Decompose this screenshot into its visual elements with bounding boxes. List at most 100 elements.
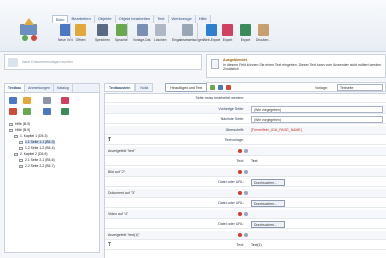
field-label: Datei oder URL:: [218, 222, 244, 226]
add-text-button[interactable]: Hinzufügen und Text: [165, 83, 208, 92]
ribbon-button-label: Neue Vorl.: [58, 38, 74, 42]
settings-icon[interactable]: [244, 148, 248, 153]
form-row: Vorherige Seite: (Wie vorgegeben): [105, 104, 386, 114]
ribbon-button[interactable]: Export: [240, 24, 251, 42]
form-row: Datei oder URL: Durchsuchen...: [105, 220, 386, 229]
ribbon-button[interactable]: Speichern: [95, 24, 110, 42]
ribbon-button-label: Web-Export: [203, 38, 221, 42]
ribbon-button[interactable]: Öffnen: [75, 24, 86, 42]
form-row: Anzeigefeld "text": [105, 146, 386, 156]
left-tab[interactable]: Textbau: [5, 84, 26, 92]
page-icon: [19, 164, 23, 168]
remove-icon[interactable]: [226, 85, 231, 90]
ribbon-button[interactable]: Löschen: [154, 24, 166, 42]
form-row: T Text: Text(1): [105, 241, 386, 250]
ribbon-button[interactable]: Web-Export: [203, 24, 220, 42]
web-export-icon: [206, 24, 218, 36]
settings-icon[interactable]: [244, 169, 248, 174]
template-toolbar: Vorlage: Textseite: [206, 82, 386, 92]
required-icon: [238, 232, 242, 237]
tab-notiz[interactable]: Notiz: [135, 83, 154, 92]
ribbon-separator: [127, 23, 128, 41]
menu-item[interactable]: Objekte: [94, 15, 116, 23]
page-select[interactable]: (Wie vorgegeben): [251, 116, 383, 123]
tree-node-label: 1.1 Seite 1-1 (B5-3): [25, 140, 55, 144]
required-icon: [238, 169, 242, 174]
ribbon-button[interactable]: Drucken...: [256, 24, 271, 42]
page-select[interactable]: (Wie vorgegeben): [251, 105, 383, 113]
menu-item[interactable]: Büro: [52, 15, 69, 23]
form-row: Anzeigefeld "text(1)": [105, 230, 386, 240]
settings-icon[interactable]: [244, 190, 248, 195]
page-tree: Hilfe (B-9) Hilfe (B-9) 1. Kapitel 1 (D5-3…: [9, 121, 99, 169]
tab-textbaustein[interactable]: Textbaustein: [104, 83, 136, 92]
field-label: Textvorlage:: [224, 138, 244, 142]
form-row: Überschrift: [Formelfeld _IDA_PAGE_NAME]: [105, 125, 386, 135]
vorlage-select[interactable]: Textseite: [337, 84, 383, 91]
ribbon-button[interactable]: Vorlage-Dat.: [133, 24, 151, 42]
ribbon-button[interactable]: Neue Vorl.: [58, 24, 73, 42]
export2-icon: [240, 24, 251, 36]
new-icon[interactable]: [9, 97, 17, 104]
heading-formula-value[interactable]: [Formelfeld _IDA_PAGE_NAME]: [251, 128, 302, 132]
form-row: Bild auf "2": [105, 167, 386, 177]
search-bar[interactable]: Nach Dokumentvorlagen suchen: [4, 54, 202, 70]
form-row: Dokument auf "3": [105, 188, 386, 198]
export-icon: [222, 24, 233, 36]
page-properties-form: Seite muss bearbeitet werden: Vorherige S…: [104, 93, 386, 258]
print-icon: [258, 24, 270, 36]
search-icon[interactable]: [43, 97, 51, 104]
field-caption: Anzeigefeld "text(1)": [108, 232, 140, 237]
notice-panel: Ausgeblendet In diesem Feld können Sie e…: [206, 54, 386, 78]
left-tab[interactable]: Anmerkungen: [25, 84, 54, 92]
ribbon-button[interactable]: Eingabeanweisungen: [172, 24, 204, 42]
field-caption: Anzeigefeld "text": [108, 148, 136, 153]
form-row: Text: Text: [105, 157, 386, 166]
menu-bar: Büro Bearbeiten Objekte Objekt bearbeiten Te…: [52, 15, 211, 23]
tree-node[interactable]: 2.2 Seite 2-2 (B5-7): [9, 163, 99, 169]
ribbon-button-label: Sprache: [115, 38, 128, 42]
browse-button[interactable]: Durchsuchen...: [251, 179, 285, 186]
left-tab[interactable]: Katalog: [54, 84, 73, 92]
copy-icon[interactable]: [218, 85, 223, 90]
app-logo-icon: [20, 18, 37, 41]
ribbon-button[interactable]: Sprache: [115, 24, 127, 42]
move-down-icon[interactable]: [23, 108, 31, 115]
field-value[interactable]: Text(1): [251, 243, 262, 247]
ribbon-button[interactable]: Export: [222, 24, 233, 42]
browse-button[interactable]: Durchsuchen...: [251, 221, 285, 228]
menu-item[interactable]: Hilfe: [195, 15, 211, 23]
template-data-icon: [136, 24, 148, 36]
tree-node-label: 1.2 Seite 1-2 (B5-4): [25, 146, 55, 150]
search-icon: [8, 58, 18, 67]
settings-icon[interactable]: [244, 211, 248, 216]
page-icon: [19, 140, 23, 144]
menu-item[interactable]: Werkzeuge: [168, 15, 196, 23]
tree-node-label: 2.2 Seite 2-2 (B5-7): [25, 164, 55, 168]
delete-icon: [154, 24, 166, 36]
ribbon-button-label: Export: [222, 38, 233, 42]
form-row: Nächste Seite: (Wie vorgegeben): [105, 115, 386, 124]
folder-icon[interactable]: [23, 97, 31, 104]
settings-icon[interactable]: [244, 232, 248, 237]
menu-item[interactable]: Text: [154, 15, 169, 23]
form-row: Seite muss bearbeitet werden:: [105, 94, 386, 103]
page-icon: [19, 146, 23, 150]
menu-item[interactable]: Objekt bearbeiten: [115, 15, 155, 23]
delete-icon[interactable]: [9, 108, 17, 115]
notice-text: In diesem Feld können Sie einen Text ein…: [223, 63, 383, 72]
field-caption: Video auf "4": [108, 211, 129, 216]
move-icon[interactable]: [61, 97, 69, 104]
form-row: Datei oder URL: Durchsuchen...: [105, 178, 386, 187]
check-icon[interactable]: [210, 85, 215, 90]
browse-button[interactable]: Durchsuchen...: [251, 200, 285, 207]
field-label: Datei oder URL:: [218, 201, 244, 205]
menu-item[interactable]: Bearbeiten: [68, 15, 95, 23]
field-value[interactable]: Text: [251, 159, 257, 163]
content-tabs: Textbaustein Notiz Hinzufügen und Text: [104, 83, 208, 92]
field-label: Überschrift:: [225, 127, 244, 132]
arrow-right-icon[interactable]: [61, 108, 69, 115]
tree-node-label: 2. Kapitel 2 (D5-5): [20, 152, 48, 156]
arrow-down-icon[interactable]: [43, 108, 51, 115]
field-caption: Dokument auf "3": [108, 190, 136, 195]
